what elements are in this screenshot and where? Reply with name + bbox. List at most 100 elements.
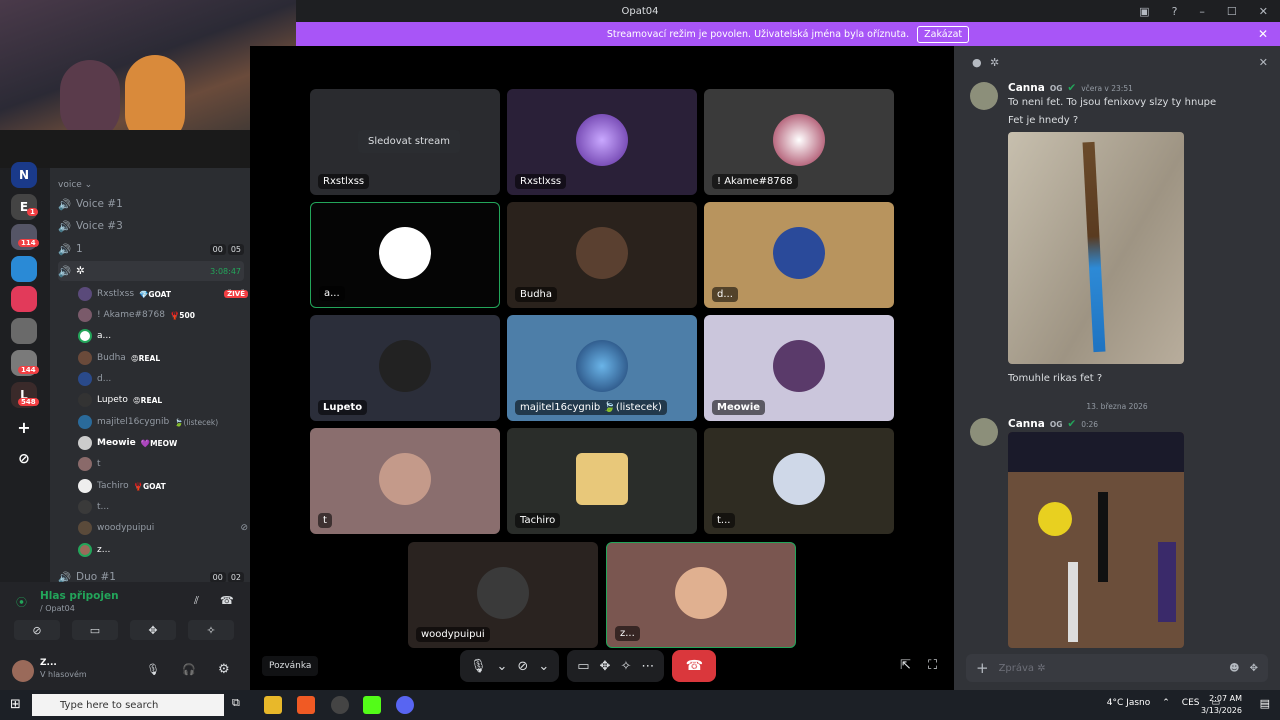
file-explorer-icon[interactable] [264,696,282,714]
video-tile[interactable]: d... [704,202,894,308]
video-tile[interactable]: z... [606,542,796,648]
taskbar-search[interactable]: Type here to search [32,694,224,716]
noise-suppression-icon[interactable]: ⫽ [194,594,199,608]
settings-icon[interactable]: ⚙ [218,662,230,677]
discord-icon[interactable] [396,696,414,714]
attachment-image[interactable] [1008,132,1184,364]
watch-stream-tooltip[interactable]: Sledovat stream [358,130,460,153]
task-view-icon[interactable]: ⧉ [232,696,250,714]
kick-icon[interactable] [363,696,381,714]
avatar[interactable] [970,82,998,110]
author[interactable]: Canna [1008,82,1045,94]
server-4[interactable] [11,286,37,312]
author[interactable]: Canna [1008,418,1045,430]
invite-button[interactable]: Pozvánka [262,656,319,676]
minimize-button[interactable]: – [1199,5,1205,18]
voice-member[interactable]: t... [78,497,248,517]
video-tile[interactable]: Meowie [704,315,894,421]
more-icon[interactable]: ⋯ [641,659,654,674]
server-n[interactable]: N [11,162,37,188]
close-icon[interactable]: ✕ [1258,27,1268,41]
close-button[interactable]: ✕ [1259,5,1268,18]
server-5[interactable] [11,318,37,344]
maximize-button[interactable]: ☐ [1227,5,1237,18]
video-tile[interactable]: woodypuipui [408,542,598,648]
obs-icon[interactable] [331,696,349,714]
language[interactable]: CES [1182,698,1200,708]
video-tile[interactable]: Lupeto [310,315,500,421]
voice-member[interactable]: z... [78,540,248,560]
voice-member[interactable]: ! Akame#8768 🦞500 [78,305,248,325]
tray-chevron-icon[interactable]: ⌃ [1162,698,1170,708]
voice-member[interactable]: t [78,454,248,474]
windows-start-icon[interactable]: ⊞ [10,697,21,712]
server-3[interactable] [11,256,37,282]
channel-active[interactable]: 🔊 ✲ 3:08:47 [58,261,244,281]
disconnect-icon[interactable]: ☎ [220,594,234,607]
member-name: majitel16cygnib [97,417,170,427]
video-tile[interactable]: t... [704,428,894,534]
voice-member[interactable]: a... [78,326,248,346]
brave-icon[interactable] [297,696,315,714]
channel-voice-3[interactable]: 🔊 Voice #3 [58,216,244,236]
message-input[interactable]: + Zpráva ✲ ☻ ✥ [966,654,1268,682]
video-tile[interactable]: a... [310,202,500,308]
voice-member[interactable]: Meowie 💜MEOW [78,433,248,453]
clock[interactable]: 2:07 AM 3/13/2026 [1201,693,1242,717]
soundboard-icon[interactable]: ✧ [620,659,631,674]
channel-voice-1[interactable]: 🔊 Voice #1 [58,194,244,214]
screen-share-button[interactable]: ▭ [72,620,118,640]
voice-status[interactable]: Hlas připojen [40,590,119,602]
screen-share-icon[interactable]: ▭ [577,659,589,674]
server-e[interactable]: E [11,194,37,220]
avatar [773,227,825,279]
inbox-icon[interactable]: ▣ [1139,5,1149,18]
mic-icon[interactable]: 🎙 [470,659,487,674]
mic-icon[interactable]: 🎙 [146,663,160,676]
voice-member[interactable]: woodypuipui ⊘ [78,518,248,538]
emoji-icon[interactable]: ☻ [1229,663,1239,674]
headphones-icon[interactable]: 🎧 [182,663,196,676]
voice-member[interactable]: d... [78,369,248,389]
camera-off-button[interactable]: ⊘ [14,620,60,640]
voice-member[interactable]: Tachiro 🦞GOAT [78,476,248,496]
video-tile[interactable]: Tachiro [507,428,697,534]
disable-button[interactable]: Zakázat [917,25,970,43]
popout-icon[interactable]: ⇱ [900,658,911,673]
avatar[interactable] [12,660,34,682]
username[interactable]: Z... [40,658,57,668]
category-voice[interactable]: voice ⌄ [58,180,92,190]
voice-member[interactable]: majitel16cygnib 🍃(listecek) [78,412,248,432]
activities-icon[interactable]: ✥ [600,659,611,674]
voice-member[interactable]: Rxstlxss 💎GOAT ŽIVĚ [78,284,248,304]
voice-member[interactable]: Budha 😡REAL [78,348,248,368]
help-icon[interactable]: ? [1172,5,1178,18]
chevron-down-icon[interactable]: ⌄ [497,659,508,674]
discover-icon[interactable]: ⊘ [11,446,37,472]
video-tile[interactable]: Budha [507,202,697,308]
video-tile[interactable]: majitel16cygnib 🍃(listecek) [507,315,697,421]
avatar[interactable] [970,418,998,446]
channel-duo-1[interactable]: 🔊 Duo #1 00 02 [58,567,244,582]
voice-channel[interactable]: / Opat04 [40,604,75,613]
attachment-image[interactable] [1008,432,1184,648]
unread-badge: 114 [18,239,39,247]
soundboard-button[interactable]: ✧ [188,620,234,640]
video-tile[interactable]: t [310,428,500,534]
channel-1[interactable]: 🔊 1 00 05 [58,239,244,259]
unread-badge: 548 [18,398,39,406]
close-icon[interactable]: ✕ [1259,56,1268,69]
apps-icon[interactable]: ✥ [1250,663,1258,674]
notifications-icon[interactable]: ▤ [1260,697,1270,710]
hang-up-button[interactable]: ☎ [672,650,717,682]
add-server-icon[interactable]: + [11,414,37,440]
fullscreen-icon[interactable]: ⛶ [928,658,937,673]
activities-button[interactable]: ✥ [130,620,176,640]
chevron-down-icon[interactable]: ⌄ [538,659,549,674]
camera-off-icon[interactable]: ⊘ [517,659,528,674]
video-tile[interactable]: ! Akame#8768 [704,89,894,195]
add-icon[interactable]: + [976,659,989,677]
weather[interactable]: 4°C Jasno [1107,698,1150,708]
video-tile[interactable]: Rxstlxss [507,89,697,195]
voice-member[interactable]: Lupeto 😡REAL [78,390,248,410]
